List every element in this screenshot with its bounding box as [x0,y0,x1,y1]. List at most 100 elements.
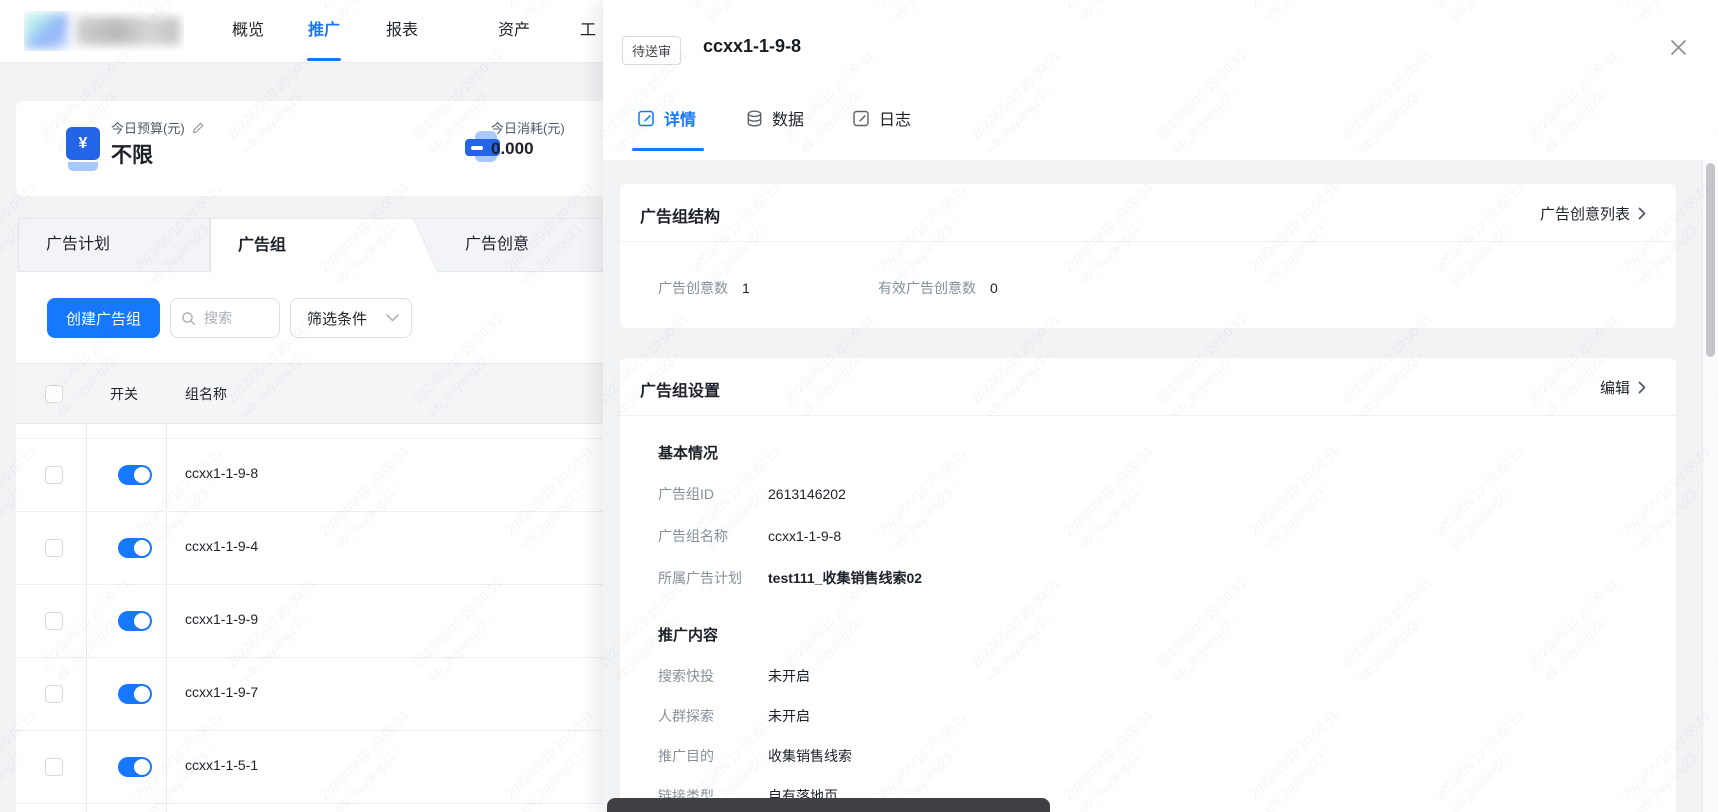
kv-audience-explore: 人群探索 未开启 [658,706,810,726]
group-name[interactable]: ccxx1-1-5-1 [185,757,258,773]
group-name[interactable]: ccxx1-1-9-4 [185,538,258,554]
group-switch[interactable] [118,538,152,558]
group-switch[interactable] [118,611,152,631]
valid-creative-count-label: 有效广告创意数 [878,280,976,296]
creative-count-field: 广告创意数 1 [658,278,750,298]
nav-assets[interactable]: 资产 [498,0,530,61]
switch-knob [134,759,150,775]
kv-value: 收集销售线索 [768,748,852,764]
valid-creative-count-value: 0 [990,280,998,296]
yuan-symbol: ¥ [66,127,100,160]
switch-knob [134,686,150,702]
nav-report[interactable]: 报表 [386,0,418,61]
creative-count-label: 广告创意数 [658,280,728,296]
minus-icon [471,146,483,150]
valid-creative-count-field: 有效广告创意数 0 [878,278,998,298]
budget-value: 不限 [111,144,153,167]
section-heading-basic: 基本情况 [658,445,719,462]
log-icon [853,110,869,126]
structure-card-header: 广告组结构 广告创意列表 [620,184,1676,242]
drawer-title: ccxx1-1-9-8 [703,36,802,56]
row-checkbox[interactable] [45,466,63,484]
budget-icon: ¥ [66,127,100,171]
row-checkbox[interactable] [45,612,63,630]
row-checkbox[interactable] [45,758,63,776]
edit-link-label: 编辑 [1599,380,1630,397]
horizontal-scrollbar-thumb[interactable] [607,798,1050,812]
budget-label-row: 今日预算(元) [111,118,205,137]
group-structure-card: 广告组结构 广告创意列表 广告创意数 1 有效广告创意数 0 [620,184,1676,328]
cost-value: 0.000 [491,139,534,158]
nav-tools[interactable]: 工 [580,0,596,61]
switch-knob [134,467,150,483]
active-nav-underline [307,58,341,61]
creative-list-link-label: 广告创意列表 [1539,206,1630,223]
creative-count-value: 1 [742,280,750,296]
group-name[interactable]: ccxx1-1-9-8 [185,465,258,481]
budget-icon-page [68,162,98,171]
select-all-checkbox[interactable] [45,385,63,403]
kv-search-quick: 搜索快投 未开启 [658,666,810,686]
switch-knob [134,540,150,556]
tab-ad-plan[interactable]: 广告计划 [18,218,210,272]
drawer-tab-log-label: 日志 [879,112,912,129]
kv-value: 2613146202 [768,486,846,502]
group-switch[interactable] [118,757,152,777]
drawer-tab-detail[interactable]: 详情 [637,106,696,130]
vertical-scrollbar[interactable] [1702,160,1718,812]
switch-knob [134,613,150,629]
chevron-right-icon [1638,381,1646,394]
group-detail-drawer: 待送审 ccxx1-1-9-8 详情 数据 日志 广告组结构 广告创意列表 广告… [603,0,1718,812]
row-checkbox[interactable] [45,539,63,557]
search-box[interactable] [170,298,280,338]
kv-group-id: 广告组ID 2613146202 [658,484,846,504]
drawer-tab-detail-label: 详情 [664,112,697,129]
drawer-tab-data-label: 数据 [772,112,805,129]
active-tab-underline [632,148,704,151]
close-icon[interactable] [1665,34,1691,60]
section-heading-promotion: 推广内容 [658,627,719,644]
tab-ad-group[interactable]: 广告组 [210,218,414,273]
page: 概览 推广 报表 资产 工 ¥ 今日预算(元) 不限 今日消耗(元) 0.000 [0,0,1718,812]
kv-label: 广告组ID [658,486,714,502]
creative-list-link[interactable]: 广告创意列表 [1540,203,1646,224]
vertical-scrollbar-thumb[interactable] [1706,163,1715,357]
budget-label: 今日预算(元) [111,121,185,136]
nav-promotion[interactable]: 推广 [307,0,341,61]
kv-value: ccxx1-1-9-8 [768,528,842,544]
cost-label-row: 今日消耗(元) [491,118,565,137]
create-group-button[interactable]: 创建广告组 [47,298,160,338]
kv-value: 未开启 [768,708,810,724]
group-switch[interactable] [118,684,152,704]
group-switch[interactable] [118,465,152,485]
drawer-tab-log[interactable]: 日志 [852,106,911,130]
kv-value: 未开启 [768,668,810,684]
group-name[interactable]: ccxx1-1-9-7 [185,684,258,700]
search-input[interactable] [202,309,268,327]
status-badge: 待送审 [622,36,682,65]
kv-label: 搜索快投 [658,668,714,684]
nav-overview[interactable]: 概览 [232,0,264,61]
filter-label: 筛选条件 [307,310,368,328]
nav-promotion-label: 推广 [308,22,341,39]
edit-pencil-icon[interactable] [191,121,205,135]
edit-link[interactable]: 编辑 [1600,377,1646,398]
kv-label: 广告组名称 [658,528,728,544]
database-icon [747,110,762,127]
cost-label: 今日消耗(元) [491,121,565,136]
filter-dropdown[interactable]: 筛选条件 [290,298,412,338]
group-name[interactable]: ccxx1-1-9-9 [185,611,258,627]
column-header-switch: 开关 [110,386,138,402]
kv-label: 所属广告计划 [658,570,742,586]
app-logo [24,11,184,51]
drawer-tab-data[interactable]: 数据 [745,106,804,130]
detail-icon [638,110,654,126]
logo-text [76,17,180,45]
logo-mark [24,13,68,49]
row-checkbox[interactable] [45,685,63,703]
kv-label: 推广目的 [658,748,714,764]
settings-card-header: 广告组设置 编辑 [620,358,1676,416]
kv-label: 人群探索 [658,708,714,724]
search-icon [182,311,195,325]
kv-group-name: 广告组名称 ccxx1-1-9-8 [658,526,841,546]
